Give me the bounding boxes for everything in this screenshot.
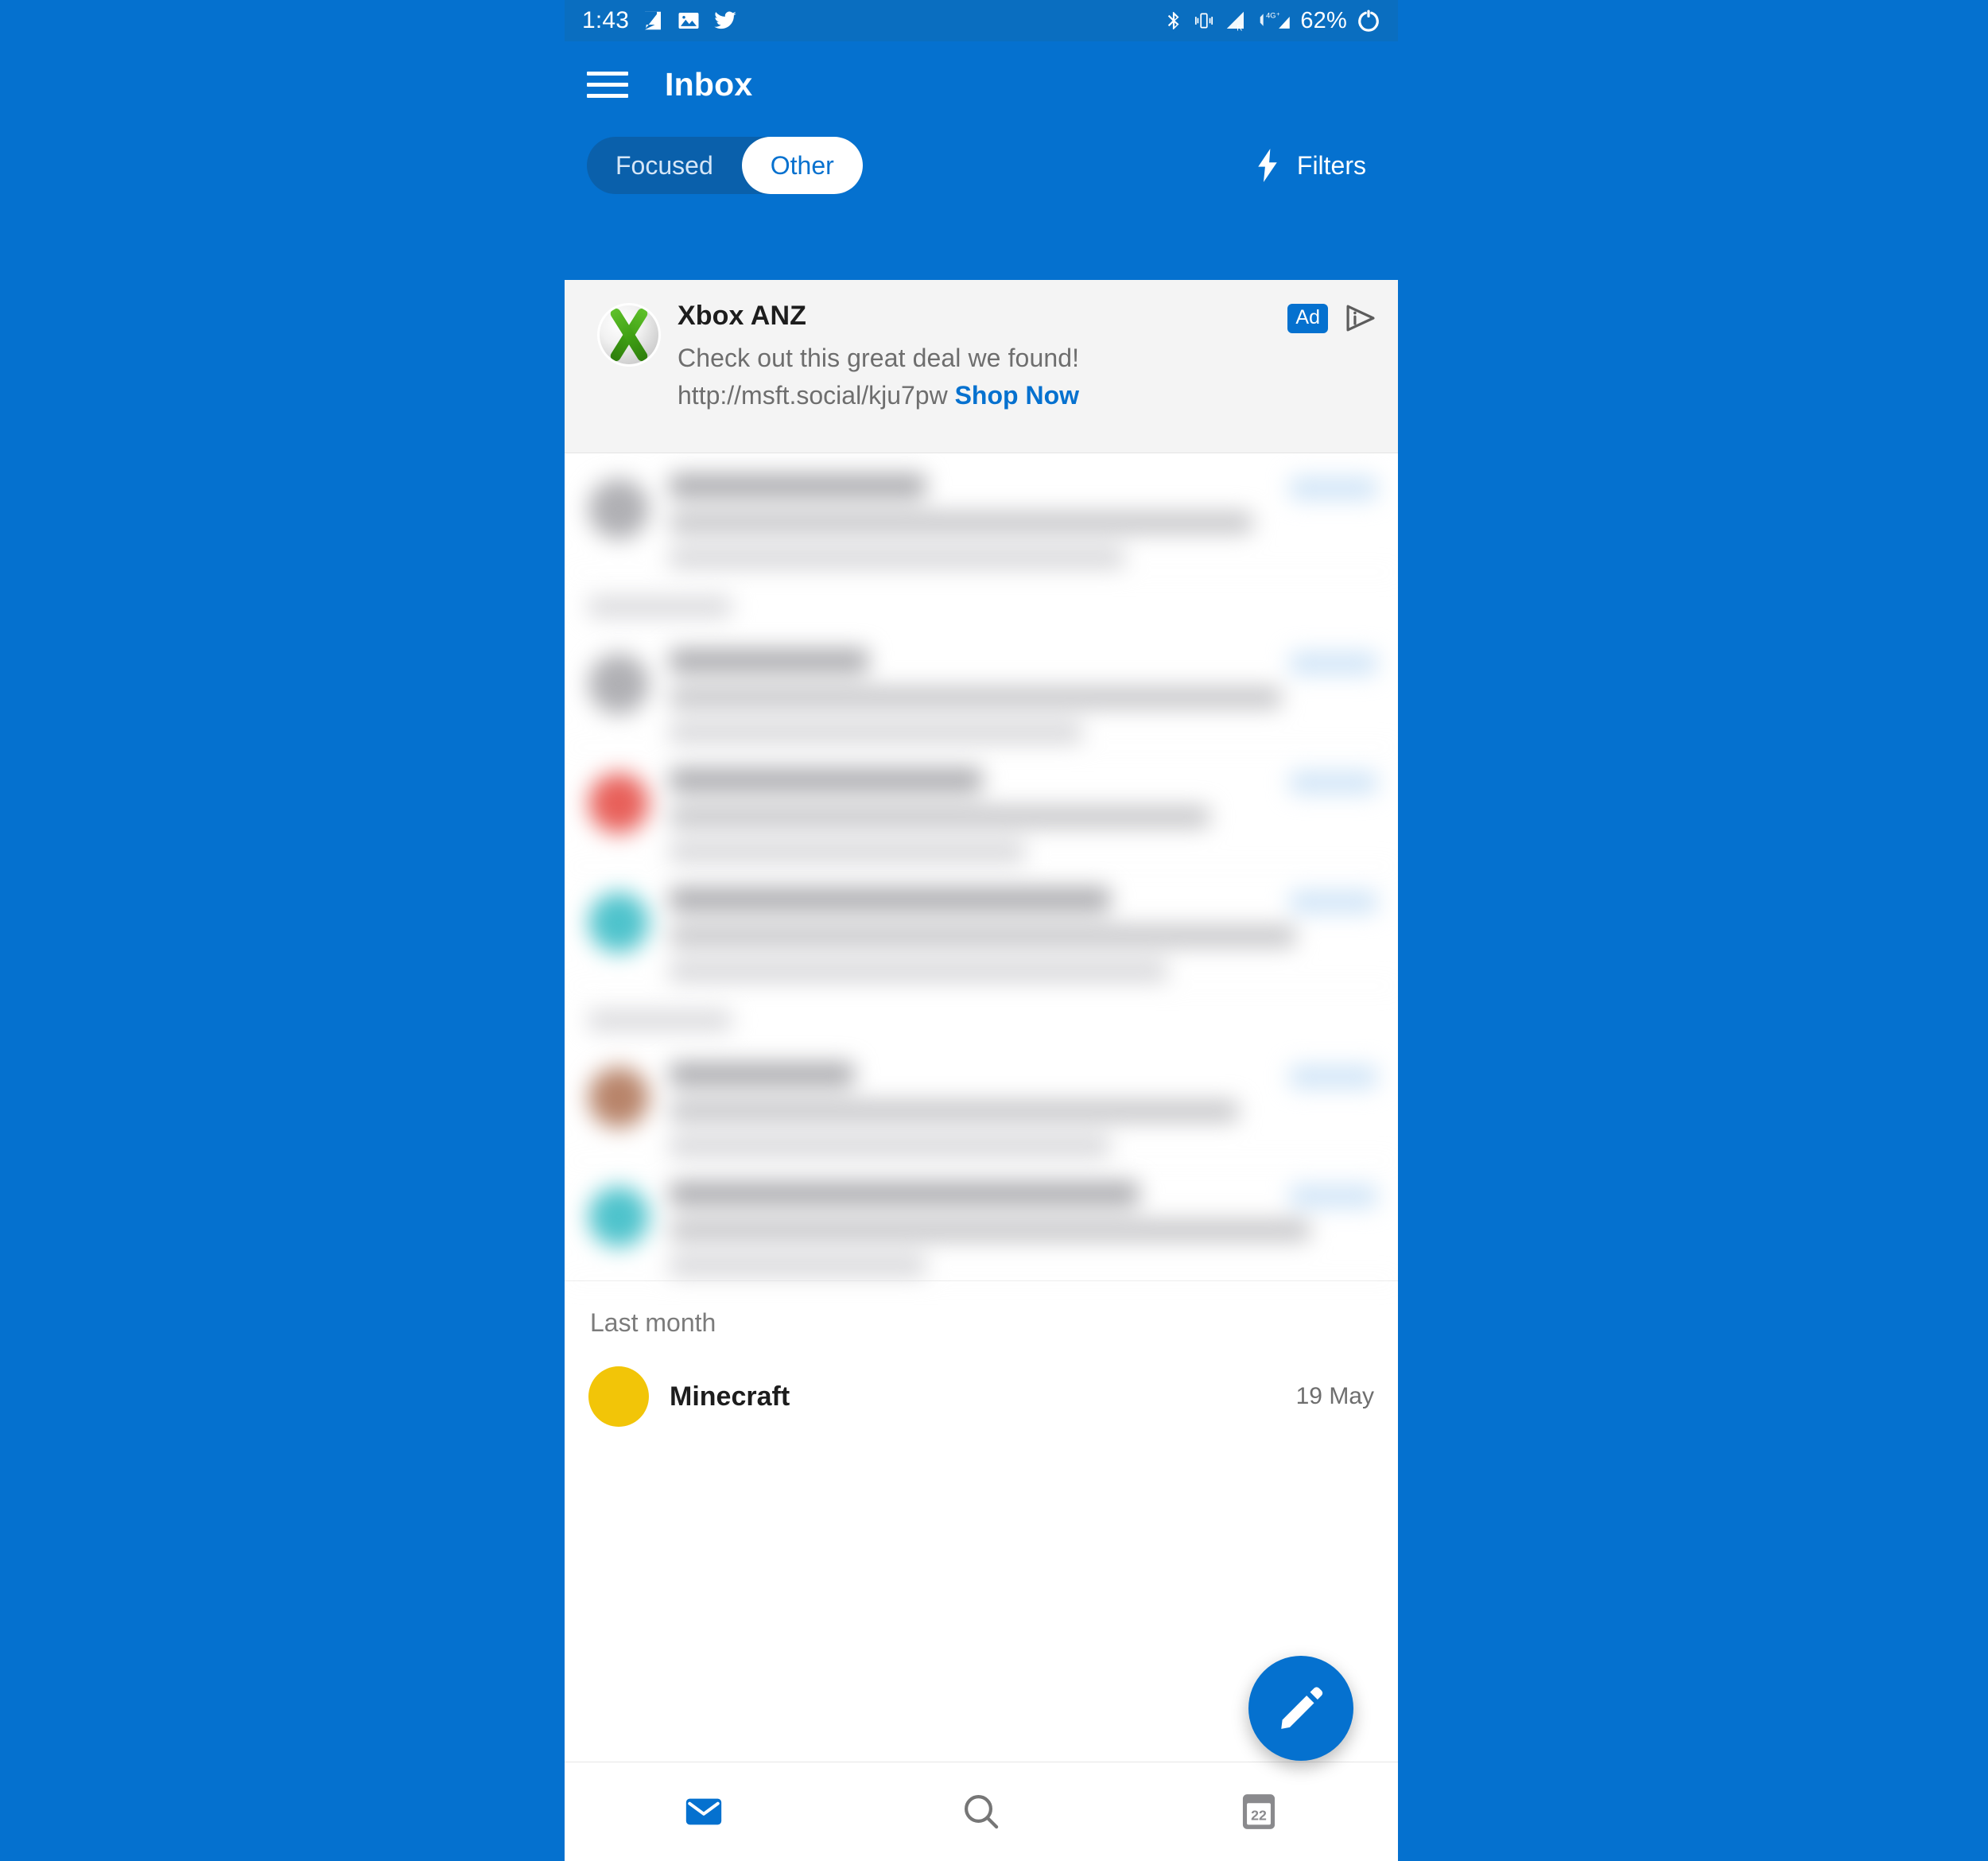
- app-bar-top-row: Inbox: [565, 41, 1398, 105]
- avatar: [588, 1187, 649, 1247]
- signal-4g-plus-icon: 4G +: [1257, 9, 1291, 33]
- list-item-text: [670, 768, 1380, 876]
- twitter-icon: [712, 9, 738, 33]
- list-item-date: 19 May: [1295, 1383, 1374, 1409]
- list-item[interactable]: [565, 453, 1398, 573]
- ad-badge: Ad: [1287, 303, 1328, 333]
- tab-other[interactable]: Other: [741, 137, 863, 194]
- ad-body-text: Check out this great deal we found!: [678, 344, 1080, 372]
- list-item-text: [670, 888, 1380, 996]
- avatar: [588, 1366, 649, 1427]
- app-bar-tabs-row: Focused Other Filters: [565, 137, 1398, 194]
- adchoices-icon[interactable]: [1342, 302, 1379, 334]
- list-item[interactable]: [565, 867, 1398, 986]
- list-item-minecraft[interactable]: Minecraft 19 May: [565, 1358, 1398, 1427]
- section-header-label: Last month: [590, 1308, 716, 1337]
- calendar-icon: 22: [1238, 1789, 1279, 1834]
- list-item-text: [670, 649, 1380, 757]
- mail-list-panel: Xbox ANZ Ad Check out this great deal we…: [565, 280, 1398, 1861]
- battery-percent-label: 62%: [1300, 7, 1347, 33]
- photos-icon: [677, 9, 701, 33]
- avatar: [588, 654, 649, 714]
- svg-text:4G: 4G: [1266, 11, 1276, 19]
- compose-pencil-icon: [1275, 1682, 1327, 1735]
- ad-card-controls: Ad: [1287, 301, 1379, 334]
- ad-card[interactable]: Xbox ANZ Ad Check out this great deal we…: [565, 280, 1398, 453]
- status-bar: 1:43 R 4G + 62%: [565, 0, 1398, 41]
- xbox-logo-icon: [600, 305, 658, 364]
- list-item-text: [670, 474, 1380, 582]
- list-item[interactable]: [565, 1161, 1398, 1280]
- list-item[interactable]: [565, 748, 1398, 867]
- nav-mail-tab[interactable]: [565, 1762, 842, 1861]
- compose-fab-button[interactable]: [1248, 1656, 1353, 1761]
- list-item-text: [670, 1182, 1380, 1290]
- shop-now-link[interactable]: Shop Now: [955, 381, 1079, 410]
- list-item-date: [1290, 891, 1377, 913]
- list-item-date: [1290, 771, 1377, 794]
- list-item-date: [1290, 477, 1377, 499]
- nav-calendar-tab[interactable]: 22: [1120, 1762, 1398, 1861]
- list-item-date: [1290, 652, 1377, 674]
- filters-button[interactable]: Filters: [1254, 149, 1380, 182]
- search-icon: [959, 1789, 1004, 1834]
- mail-icon: [681, 1789, 726, 1834]
- ad-card-header-row: Xbox ANZ Ad: [678, 301, 1379, 334]
- list-item[interactable]: [565, 628, 1398, 748]
- ad-card-body: Xbox ANZ Ad Check out this great deal we…: [678, 301, 1379, 429]
- nav-search-tab[interactable]: [842, 1762, 1120, 1861]
- vibrate-icon: [1194, 9, 1214, 33]
- list-item-sender: Minecraft: [670, 1381, 790, 1412]
- list-item-date: [1290, 1185, 1377, 1207]
- filters-label: Filters: [1296, 150, 1366, 180]
- date-section-header: [565, 986, 1398, 1042]
- status-bar-right: R 4G + 62%: [1163, 8, 1380, 34]
- app-bar: Inbox Focused Other Filters: [565, 41, 1398, 280]
- note-app-icon: [641, 9, 665, 33]
- list-item-text: [670, 1063, 1380, 1171]
- ad-sender-name: Xbox ANZ: [678, 301, 806, 331]
- status-bar-clock: 1:43: [582, 7, 630, 33]
- last-month-section-header: Last month: [565, 1280, 1398, 1358]
- avatar: [588, 479, 649, 539]
- avatar: [588, 892, 649, 953]
- signal-roaming-icon: R: [1224, 9, 1248, 33]
- date-section-header: [565, 573, 1398, 628]
- phone-screen: 1:43 R 4G + 62% Inbox Focused Other Filt…: [0, 0, 1988, 1861]
- bluetooth-icon: [1163, 9, 1184, 33]
- message-list[interactable]: Last month Minecraft 19 May: [565, 453, 1398, 1861]
- page-title: Inbox: [665, 65, 753, 103]
- ad-url: http://msft.social/kju7pw: [678, 381, 948, 410]
- bottom-navigation-bar: 22: [565, 1762, 1398, 1861]
- focused-other-toggle[interactable]: Focused Other: [587, 137, 863, 194]
- hamburger-menu-icon[interactable]: [587, 64, 628, 105]
- calendar-day-number: 22: [1251, 1808, 1267, 1824]
- ad-url-row: http://msft.social/kju7pw Shop Now: [678, 381, 1379, 410]
- list-item-date: [1290, 1066, 1377, 1088]
- avatar: [588, 773, 649, 833]
- battery-charging-icon: [1357, 9, 1380, 33]
- svg-text:+: +: [1276, 10, 1279, 17]
- avatar: [588, 1067, 649, 1128]
- lightning-bolt-icon: [1254, 149, 1281, 182]
- svg-text:R: R: [1237, 25, 1243, 33]
- tab-focused[interactable]: Focused: [587, 137, 742, 194]
- status-bar-left: 1:43: [582, 7, 738, 34]
- list-item[interactable]: [565, 1042, 1398, 1161]
